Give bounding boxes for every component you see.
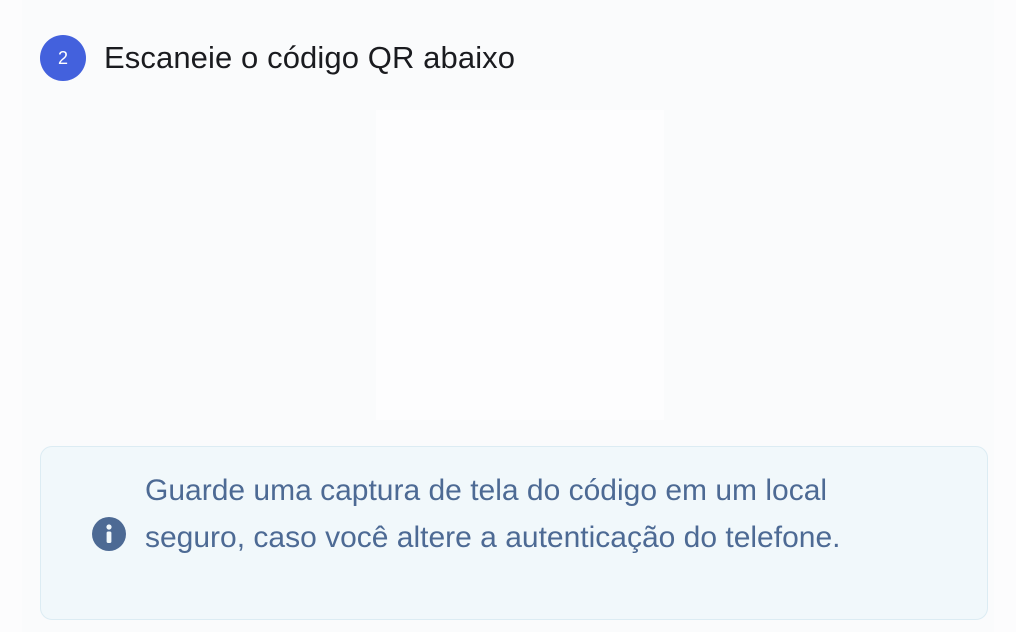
qr-code-area — [376, 110, 664, 420]
step-header: 2 Escaneie o código QR abaixo — [40, 34, 515, 82]
step-number-badge: 2 — [40, 35, 86, 81]
info-icon — [92, 517, 126, 551]
info-notice: Guarde uma captura de tela do código em … — [40, 446, 988, 620]
step-title: Escaneie o código QR abaixo — [104, 40, 516, 75]
info-message: Guarde uma captura de tela do código em … — [145, 474, 841, 554]
